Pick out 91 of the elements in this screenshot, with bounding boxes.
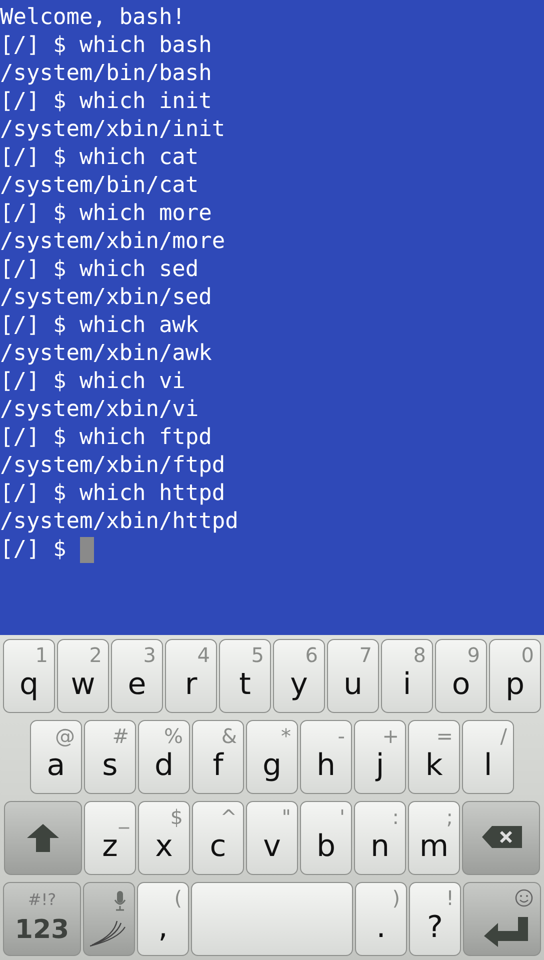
key-hint: ; <box>446 806 453 828</box>
key-hint: 8 <box>413 644 426 666</box>
keyboard-key[interactable]: = k <box>408 720 460 794</box>
terminal-line: [/] $ which ftpd <box>0 424 212 452</box>
keyboard-key[interactable]: 2 w <box>57 639 109 713</box>
keyboard-key[interactable]: & f <box>192 720 244 794</box>
terminal-line: /system/xbin/sed <box>0 284 212 312</box>
smiley-icon <box>515 889 533 907</box>
enter-key[interactable] <box>463 882 541 956</box>
keyboard-key[interactable]: * g <box>246 720 298 794</box>
keyboard-key[interactable]: # s <box>84 720 136 794</box>
swipe-trail-icon <box>90 919 126 947</box>
key-hint: 4 <box>197 644 210 666</box>
keyboard-key[interactable]: ^ c <box>192 801 244 875</box>
backspace-icon <box>482 826 522 848</box>
terminal-prompt: [/] $ <box>0 536 66 564</box>
key-hint: - <box>338 725 345 747</box>
terminal-line: [/] $ which more <box>0 200 212 228</box>
key-hint: #!? <box>26 891 58 909</box>
keyboard-key[interactable]: / l <box>462 720 514 794</box>
terminal-line: [/] $ which bash <box>0 32 212 60</box>
terminal-line: [/] $ which sed <box>0 256 199 284</box>
key-hint: = <box>436 725 453 747</box>
key-hint: 9 <box>467 644 480 666</box>
terminal-line: /system/xbin/init <box>0 116 226 144</box>
keyboard-key[interactable]: : n <box>354 801 406 875</box>
keyboard-key[interactable]: $ x <box>138 801 190 875</box>
key-hint: % <box>164 725 183 747</box>
key-hint: ! <box>446 887 454 909</box>
keyboard-key[interactable]: 3 e <box>111 639 163 713</box>
key-hint: 7 <box>359 644 372 666</box>
keyboard-key[interactable]: ! ? <box>409 882 461 956</box>
key-hint: 0 <box>521 644 534 666</box>
space-key[interactable] <box>191 882 353 956</box>
terminal-line: /system/xbin/httpd <box>0 508 238 536</box>
keyboard-key[interactable]: " v <box>246 801 298 875</box>
key-hint: & <box>221 725 237 747</box>
terminal-line: /system/xbin/more <box>0 228 226 256</box>
keyboard-key[interactable]: 4 r <box>165 639 217 713</box>
keyboard-key[interactable]: ' b <box>300 801 352 875</box>
terminal-line: [/] $ which init <box>0 88 212 116</box>
key-hint: 6 <box>305 644 318 666</box>
key-hint: _ <box>119 806 129 828</box>
keyboard-key[interactable]: @ a <box>30 720 82 794</box>
terminal-line: [/] $ which awk <box>0 312 199 340</box>
keyboard-key[interactable]: 9 o <box>435 639 487 713</box>
keyboard-key[interactable]: + j <box>354 720 406 794</box>
key-hint: # <box>112 725 129 747</box>
keyboard-key[interactable]: 1 q <box>3 639 55 713</box>
keyboard-key[interactable]: - h <box>300 720 352 794</box>
key-hint: ) <box>392 887 400 909</box>
shift-key[interactable] <box>4 801 82 875</box>
key-hint: * <box>281 725 291 747</box>
key-hint: ( <box>174 887 182 909</box>
keyboard-key[interactable]: ; m <box>408 801 460 875</box>
terminal-line: /system/xbin/awk <box>0 340 212 368</box>
keyboard-key[interactable]: 6 y <box>273 639 325 713</box>
terminal-line: /system/bin/cat <box>0 172 199 200</box>
swype-key[interactable] <box>83 882 135 956</box>
keyboard-key[interactable]: _ z <box>84 801 136 875</box>
microphone-icon <box>114 891 126 911</box>
keyboard-key[interactable]: ) . <box>355 882 407 956</box>
keyboard-key[interactable]: 5 t <box>219 639 271 713</box>
key-hint: ' <box>340 806 345 828</box>
key-hint: : <box>392 806 399 828</box>
backspace-key[interactable] <box>462 801 540 875</box>
keyboard-key[interactable]: ( , <box>137 882 189 956</box>
terminal-line: [/] $ which vi <box>0 368 186 396</box>
key-hint: / <box>500 725 507 747</box>
terminal-line: Welcome, bash! <box>0 4 186 32</box>
symbols-key[interactable]: #!? 123 <box>3 882 81 956</box>
enter-icon <box>484 917 528 947</box>
terminal-line: /system/bin/bash <box>0 60 212 88</box>
keyboard-key[interactable]: % d <box>138 720 190 794</box>
shift-icon <box>27 824 59 852</box>
terminal-line: [/] $ which cat <box>0 144 199 172</box>
terminal-line: /system/xbin/ftpd <box>0 452 226 480</box>
keyboard-key[interactable]: 0 p <box>489 639 541 713</box>
keyboard-key[interactable]: 8 i <box>381 639 433 713</box>
terminal-line: [/] $ which httpd <box>0 480 226 508</box>
key-hint: 3 <box>143 644 156 666</box>
keyboard-key[interactable]: 7 u <box>327 639 379 713</box>
key-hint: 1 <box>35 644 48 666</box>
key-hint: + <box>382 725 399 747</box>
key-hint: ^ <box>220 806 237 828</box>
key-hint: @ <box>55 725 75 747</box>
key-hint: 5 <box>251 644 264 666</box>
key-hint: " <box>282 806 291 828</box>
key-hint: $ <box>170 806 183 828</box>
terminal-line: /system/xbin/vi <box>0 396 199 424</box>
key-hint: 2 <box>89 644 102 666</box>
